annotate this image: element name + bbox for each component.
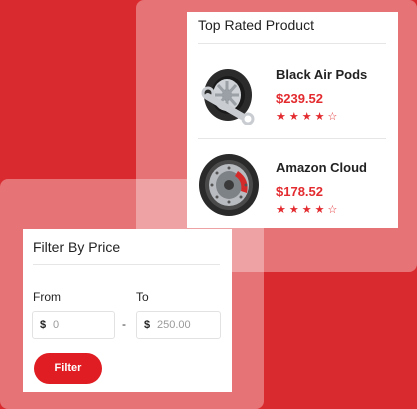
brake-disc-tire-icon[interactable]	[198, 146, 264, 218]
product-price: $239.52	[276, 91, 323, 106]
star-rating: ★ ★ ★ ★ ☆	[276, 111, 337, 123]
filter-button[interactable]: Filter	[34, 353, 102, 384]
product-divider	[198, 138, 386, 139]
star-filled-icon: ★	[301, 111, 312, 123]
wheel-with-wrench-icon[interactable]	[198, 53, 264, 126]
star-filled-icon: ★	[301, 204, 312, 216]
star-filled-icon: ★	[288, 111, 299, 123]
max-price-value[interactable]: 250.00	[157, 319, 191, 331]
min-price-value[interactable]: 0	[53, 319, 59, 331]
star-empty-icon: ☆	[327, 204, 338, 216]
product-name[interactable]: Amazon Cloud	[276, 160, 367, 175]
currency-symbol: $	[144, 319, 151, 331]
top-rated-card: Top Rated Product Black Air Pods $239.52…	[187, 12, 398, 228]
product-item[interactable]: Black Air Pods $239.52 ★ ★ ★ ★ ☆	[198, 53, 388, 133]
product-item[interactable]: Amazon Cloud $178.52 ★ ★ ★ ★ ☆	[198, 146, 388, 226]
product-price: $178.52	[276, 184, 323, 199]
filter-divider	[33, 264, 220, 265]
product-name[interactable]: Black Air Pods	[276, 67, 367, 82]
star-filled-icon: ★	[276, 204, 286, 216]
to-label: To	[136, 290, 149, 304]
currency-symbol: $	[40, 319, 47, 331]
star-filled-icon: ★	[276, 111, 286, 123]
from-label: From	[33, 290, 61, 304]
star-filled-icon: ★	[314, 111, 325, 123]
min-price-input[interactable]: $ 0	[32, 311, 115, 339]
price-filter-card: Filter By Price From To $ 0 - $ 250.00 F…	[23, 229, 232, 392]
star-empty-icon: ☆	[327, 111, 338, 123]
star-filled-icon: ★	[288, 204, 299, 216]
star-filled-icon: ★	[314, 204, 325, 216]
range-separator: -	[122, 317, 126, 331]
filter-title: Filter By Price	[33, 239, 121, 255]
max-price-input[interactable]: $ 250.00	[136, 311, 221, 339]
top-rated-title: Top Rated Product	[198, 17, 314, 33]
star-rating: ★ ★ ★ ★ ☆	[276, 204, 337, 216]
top-rated-divider	[198, 43, 386, 44]
